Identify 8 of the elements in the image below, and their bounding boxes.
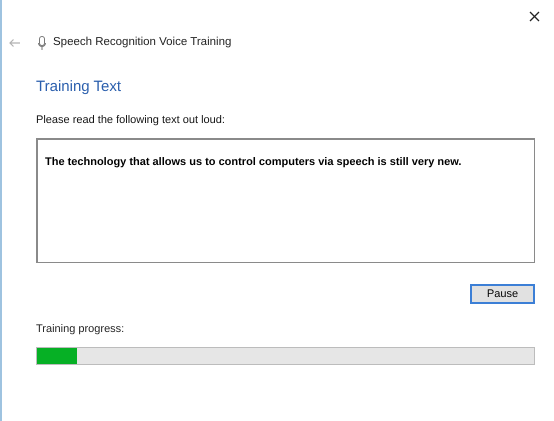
pause-button[interactable]: Pause xyxy=(470,284,535,304)
window-title: Speech Recognition Voice Training xyxy=(53,35,232,50)
training-text: The technology that allows us to control computers via speech is still very new. xyxy=(45,156,462,168)
progress-label: Training progress: xyxy=(36,322,126,337)
microphone-icon xyxy=(38,36,46,50)
section-heading: Training Text xyxy=(36,77,122,97)
instruction-text: Please read the following text out loud: xyxy=(36,112,226,128)
close-icon xyxy=(528,10,540,22)
